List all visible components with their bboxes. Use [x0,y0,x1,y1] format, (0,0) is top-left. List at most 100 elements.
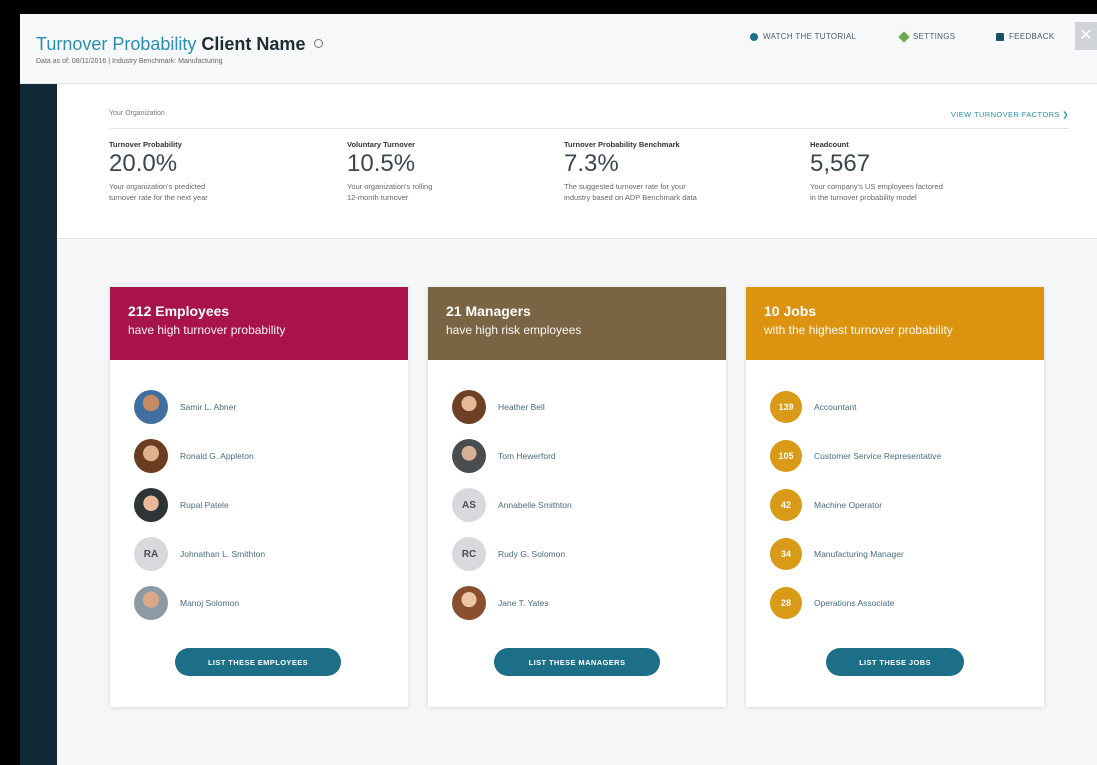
jobs-card-subtitle: with the highest turnover probability [764,323,953,337]
job-name: Accountant [814,402,857,412]
metric-turnover-probability: Turnover Probability 20.0% Your organiza… [109,140,319,204]
metric-benchmark: Turnover Probability Benchmark 7.3% The … [564,140,774,204]
organization-summary: Your Organization VIEW TURNOVER FACTORS … [57,84,1097,239]
settings-link[interactable]: SETTINGS [898,30,956,43]
metric-description-line: Your organization's rolling [347,182,433,191]
metric-value: 20.0% [109,150,178,177]
feedback-label: FEEDBACK [1009,32,1055,41]
metric-description-line: turnover rate for the next year [109,193,208,203]
metric-value: 7.3% [564,150,619,177]
manager-row[interactable]: Heather Bell [452,390,545,424]
employees-card-subtitle: have high turnover probability [128,323,286,337]
metric-label: Turnover Probability [109,140,182,149]
title-client-name: Client Name [201,34,306,54]
job-count-badge: 139 [770,391,802,423]
metric-description-line: in the turnover probability model [810,193,917,203]
watch-tutorial-link[interactable]: WATCH THE TUTORIAL [750,32,856,41]
manager-name: Annabelle Smithton [498,500,572,510]
list-managers-button[interactable]: LIST THESE MANAGERS [494,648,660,676]
watch-tutorial-label: WATCH THE TUTORIAL [763,32,857,41]
job-count-badge: 28 [770,587,802,619]
employee-name: Samir L. Abner [180,402,237,412]
employee-name: Ronald G. Appleton [180,451,254,461]
managers-card: 21 Managers have high risk employees Hea… [428,287,726,707]
metric-description-line: 12-month turnover [347,193,409,203]
metric-description: Your organization's predicted turnover r… [109,181,319,204]
employee-row[interactable]: Ronald G. Appleton [134,439,254,473]
divider [109,128,1069,129]
metric-label: Turnover Probability Benchmark [564,140,680,149]
feedback-link[interactable]: FEEDBACK [996,32,1055,41]
metric-description-line: The suggested turnover rate for your [564,182,686,191]
metric-value: 5,567 [810,150,871,177]
job-row[interactable]: 42 Machine Operator [770,489,882,521]
feedback-icon [996,32,1004,41]
title-product: Turnover Probability [36,34,197,54]
employees-card-header: 212 Employees have high turnover probabi… [110,287,408,360]
job-count-badge: 34 [770,538,802,570]
metric-description: Your organization's rolling 12-month tur… [347,181,557,204]
app-window: Turnover Probability Client Name Data as… [20,14,1097,765]
manager-row[interactable]: Jane T. Yates [452,586,549,620]
job-row[interactable]: 34 Manufacturing Manager [770,538,904,570]
job-name: Customer Service Representative [814,451,942,461]
employee-name: Johnathan L. Smithton [180,549,266,559]
metric-description-line: Your company's US employees factored [810,182,943,191]
managers-card-title: 21 Managers [446,303,531,319]
metric-label: Voluntary Turnover [347,140,416,149]
manager-row[interactable]: AS Annabelle Smithton [452,488,572,522]
jobs-card-header: 10 Jobs with the highest turnover probab… [746,287,1044,360]
employees-card-title: 212 Employees [128,303,230,319]
job-row[interactable]: 105 Customer Service Representative [770,440,941,472]
job-name: Manufacturing Manager [814,549,904,559]
job-row[interactable]: 28 Operations Associate [770,587,894,619]
play-icon [750,32,758,41]
employee-name: Rupal Patele [180,500,229,510]
avatar [134,390,168,424]
list-jobs-button[interactable]: LIST THESE JOBS [826,648,964,676]
employees-card: 212 Employees have high turnover probabi… [110,287,408,707]
metric-value: 10.5% [347,150,416,177]
view-turnover-factors-link[interactable]: VIEW TURNOVER FACTORS ❯ [951,110,1069,119]
avatar: RC [452,537,486,571]
avatar: RA [134,537,168,571]
avatar [452,390,486,424]
data-as-of-subtitle: Data as of: 08/11/2016 | Industry Benchm… [36,58,223,65]
job-row[interactable]: 139 Accountant [770,391,857,423]
avatar [452,586,486,620]
employee-row[interactable]: Rupal Patele [134,488,229,522]
avatar: AS [452,488,486,522]
manager-name: Tom Hewerford [498,451,556,461]
settings-icon [898,30,910,43]
organization-label: Your Organization [109,110,165,117]
close-button[interactable]: ✕ [1075,22,1097,50]
info-icon[interactable] [314,39,324,48]
sidebar [20,84,57,765]
manager-row[interactable]: RC Rudy G. Solomon [452,537,565,571]
metric-description: Your company's US employees factored in … [810,181,1020,204]
manager-name: Heather Bell [498,402,545,412]
manager-row[interactable]: Tom Hewerford [452,439,556,473]
employee-row[interactable]: Manoj Solomon [134,586,239,620]
employee-name: Manoj Solomon [180,598,240,608]
avatar [452,439,486,473]
metric-label: Headcount [810,140,849,149]
managers-card-subtitle: have high risk employees [446,323,582,337]
metric-headcount: Headcount 5,567 Your company's US employ… [810,140,1020,204]
avatar [134,439,168,473]
manager-name: Rudy G. Solomon [498,549,566,559]
employee-row[interactable]: Samir L. Abner [134,390,236,424]
avatar [134,586,168,620]
metric-voluntary-turnover: Voluntary Turnover 10.5% Your organizati… [347,140,557,204]
page-header: Turnover Probability Client Name Data as… [20,14,1097,84]
list-employees-button[interactable]: LIST THESE EMPLOYEES [175,648,341,676]
jobs-card-title: 10 Jobs [764,303,817,319]
job-count-badge: 42 [770,489,802,521]
metric-description: The suggested turnover rate for your ind… [564,181,774,204]
job-count-badge: 105 [770,440,802,472]
manager-name: Jane T. Yates [498,598,549,608]
metric-description-line: Your organization's predicted [109,182,206,191]
job-name: Operations Associate [814,598,895,608]
employee-row[interactable]: RA Johnathan L. Smithton [134,537,265,571]
settings-label: SETTINGS [913,32,956,41]
